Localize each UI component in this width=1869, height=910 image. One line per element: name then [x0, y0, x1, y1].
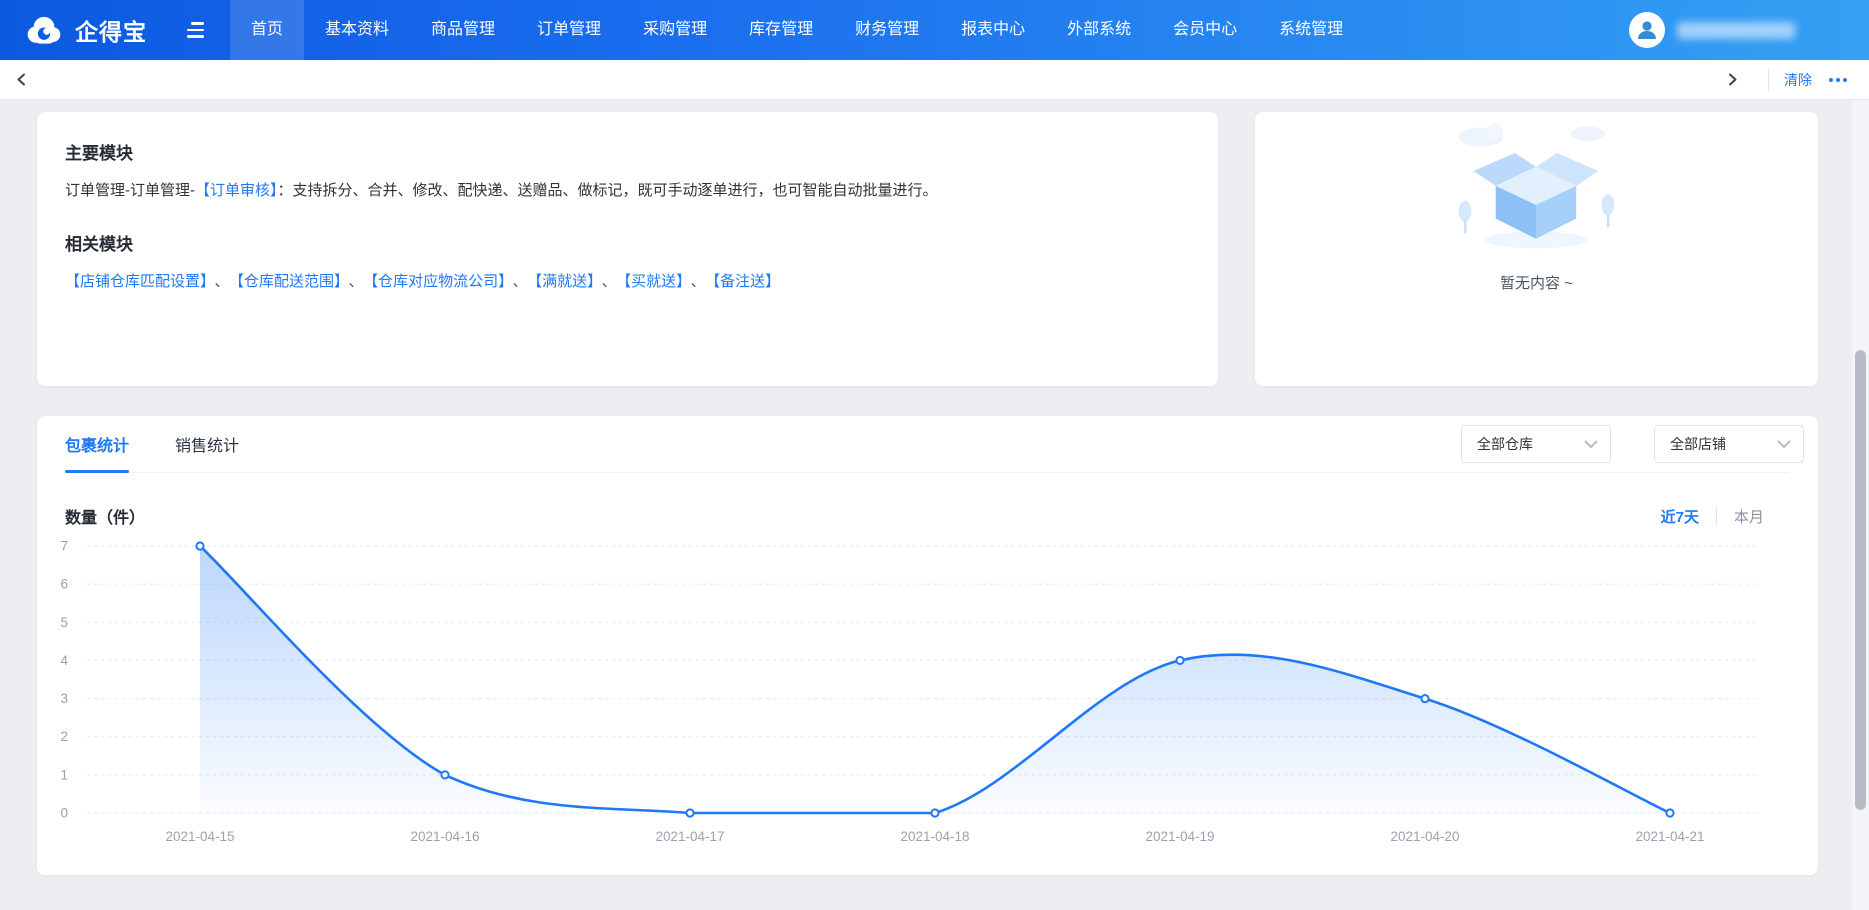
svg-text:3: 3: [60, 691, 68, 706]
svg-text:4: 4: [60, 653, 68, 668]
order-audit-link[interactable]: 【订单审核】: [195, 182, 278, 199]
cloud-logo-icon: [24, 10, 64, 50]
open-box-illustration: [1447, 120, 1627, 258]
empty-content-text: 暂无内容 ~: [1500, 272, 1573, 293]
related-link-2[interactable]: 【仓库对应物流公司】: [371, 273, 506, 290]
link-separator: 、: [349, 273, 364, 290]
svg-text:0: 0: [60, 806, 68, 821]
nav-item-external-system[interactable]: 外部系统: [1046, 0, 1152, 60]
page-scrollbar-thumb[interactable]: [1855, 350, 1866, 810]
desc-rest: ：支持拆分、合并、修改、配快递、送赠品、做标记，既可手动逐单进行，也可智能自动批…: [278, 182, 938, 199]
svg-text:2021-04-21: 2021-04-21: [1635, 829, 1704, 844]
nav-item-member-center[interactable]: 会员中心: [1152, 0, 1258, 60]
svg-text:1: 1: [60, 767, 68, 782]
link-separator: 、: [215, 273, 230, 290]
chevron-down-icon: [1777, 440, 1791, 449]
svg-text:2021-04-17: 2021-04-17: [655, 829, 724, 844]
svg-text:2021-04-19: 2021-04-19: [1145, 829, 1214, 844]
stats-filters: 全部仓库 全部店铺: [1461, 425, 1804, 463]
nav-item-home[interactable]: 首页: [230, 0, 304, 60]
shop-filter-value: 全部店铺: [1670, 434, 1726, 454]
nav-item-product-mgmt[interactable]: 商品管理: [410, 0, 516, 60]
svg-text:7: 7: [60, 539, 68, 554]
hamburger-icon[interactable]: [187, 22, 204, 38]
tab-history-toolbar: 清除: [0, 60, 1869, 100]
svg-text:5: 5: [60, 615, 68, 630]
main-module-title: 主要模块: [65, 139, 1190, 164]
desc-prefix: 订单管理-订单管理-: [65, 182, 195, 199]
range-divider: [1716, 508, 1717, 524]
user-area: [1629, 12, 1795, 48]
link-separator: 、: [691, 273, 706, 290]
chevron-left-icon[interactable]: [0, 60, 42, 100]
page-scrollbar-track[interactable]: [1852, 100, 1869, 910]
nav-item-order-mgmt[interactable]: 订单管理: [516, 0, 622, 60]
user-avatar-icon[interactable]: [1629, 12, 1665, 48]
toolbar-divider: [1768, 68, 1769, 92]
related-links: 【店铺仓库匹配设置】、【仓库配送范围】、【仓库对应物流公司】、【满就送】、【买就…: [65, 270, 1190, 291]
warehouse-filter-select[interactable]: 全部仓库: [1461, 425, 1611, 463]
svg-text:2021-04-16: 2021-04-16: [410, 829, 479, 844]
link-separator: 、: [602, 273, 617, 290]
range-this-month[interactable]: 本月: [1734, 506, 1764, 527]
statistics-card: 包裹统计销售统计 全部仓库 全部店铺 数量（件） 近7天 本月 0 1 2 3 4 5 6 7 2…: [37, 416, 1818, 875]
username-blurred: [1677, 22, 1795, 39]
warehouse-filter-value: 全部仓库: [1477, 434, 1533, 454]
nav-item-finance-mgmt[interactable]: 财务管理: [834, 0, 940, 60]
brand-name: 企得宝: [75, 13, 147, 47]
chart-unit-label: 数量（件）: [65, 504, 145, 528]
chevron-down-icon: [1584, 440, 1598, 449]
empty-content-card: 暂无内容 ~: [1255, 112, 1818, 386]
brand-logo[interactable]: 企得宝: [24, 10, 147, 50]
svg-text:6: 6: [60, 577, 68, 592]
nav-item-purchase-mgmt[interactable]: 采购管理: [622, 0, 728, 60]
related-link-0[interactable]: 【店铺仓库匹配设置】: [65, 273, 208, 290]
svg-text:2021-04-20: 2021-04-20: [1390, 829, 1459, 844]
clear-tabs-button[interactable]: 清除: [1784, 70, 1812, 90]
related-link-1[interactable]: 【仓库配送范围】: [237, 273, 342, 290]
tab-package-stats[interactable]: 包裹统计: [65, 416, 129, 472]
range-last7days[interactable]: 近7天: [1661, 506, 1699, 527]
module-description: 订单管理-订单管理-【订单审核】：支持拆分、合并、修改、配快递、送赠品、做标记，…: [65, 179, 1190, 202]
related-link-5[interactable]: 【备注送】: [713, 273, 781, 290]
related-link-3[interactable]: 【满就送】: [535, 273, 595, 290]
svg-text:2021-04-18: 2021-04-18: [900, 829, 969, 844]
shop-filter-select[interactable]: 全部店铺: [1654, 425, 1804, 463]
range-toggle: 近7天 本月: [1661, 506, 1790, 527]
module-description-card: 主要模块 订单管理-订单管理-【订单审核】：支持拆分、合并、修改、配快递、送赠品…: [37, 112, 1218, 386]
nav-item-basic-data[interactable]: 基本资料: [304, 0, 410, 60]
ellipsis-icon[interactable]: [1827, 74, 1849, 86]
main-navigation: 首页基本资料商品管理订单管理采购管理库存管理财务管理报表中心外部系统会员中心系统…: [230, 0, 1364, 60]
related-module-title: 相关模块: [65, 230, 1190, 255]
svg-text:2021-04-15: 2021-04-15: [165, 829, 234, 844]
related-link-4[interactable]: 【买就送】: [624, 273, 684, 290]
link-separator: 、: [513, 273, 528, 290]
svg-text:2: 2: [60, 729, 68, 744]
nav-item-report-center[interactable]: 报表中心: [940, 0, 1046, 60]
stats-tabbar: 包裹统计销售统计 全部仓库 全部店铺: [65, 416, 1790, 473]
package-stats-chart: 0 1 2 3 4 5 6 7 2021-04-15 2021-04-16 2021-04-17 20…: [45, 538, 1770, 858]
chevron-right-icon[interactable]: [1711, 60, 1753, 100]
nav-item-inventory-mgmt[interactable]: 库存管理: [728, 0, 834, 60]
nav-item-system-mgmt[interactable]: 系统管理: [1258, 0, 1364, 60]
top-navbar: 企得宝 首页基本资料商品管理订单管理采购管理库存管理财务管理报表中心外部系统会员…: [0, 0, 1869, 60]
tab-sales-stats[interactable]: 销售统计: [175, 416, 239, 472]
